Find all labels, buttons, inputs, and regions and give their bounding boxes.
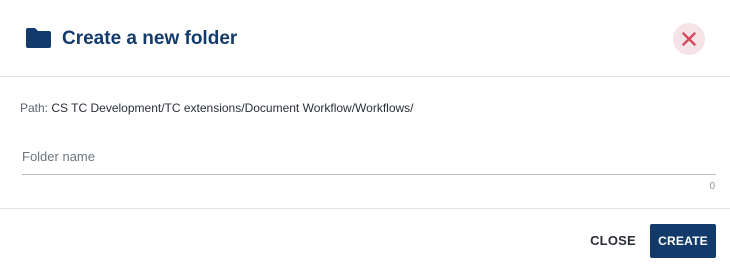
dialog-header: Create a new folder — [0, 0, 730, 77]
folder-name-field — [22, 138, 716, 175]
close-button[interactable]: CLOSE — [583, 225, 643, 257]
folder-path: Path: CS TC Development/TC extensions/Do… — [20, 101, 414, 115]
create-folder-dialog: Create a new folder Path: CS TC Developm… — [0, 0, 730, 270]
folder-icon — [26, 28, 51, 48]
path-label: Path: — [20, 101, 49, 115]
character-counter: 0 — [709, 181, 715, 192]
dialog-close-button[interactable] — [673, 23, 705, 55]
create-button[interactable]: CREATE — [650, 224, 716, 258]
path-value: CS TC Development/TC extensions/Document… — [51, 101, 414, 115]
footer-divider — [0, 208, 730, 209]
folder-name-input[interactable] — [22, 146, 712, 166]
dialog-title: Create a new folder — [62, 28, 238, 49]
